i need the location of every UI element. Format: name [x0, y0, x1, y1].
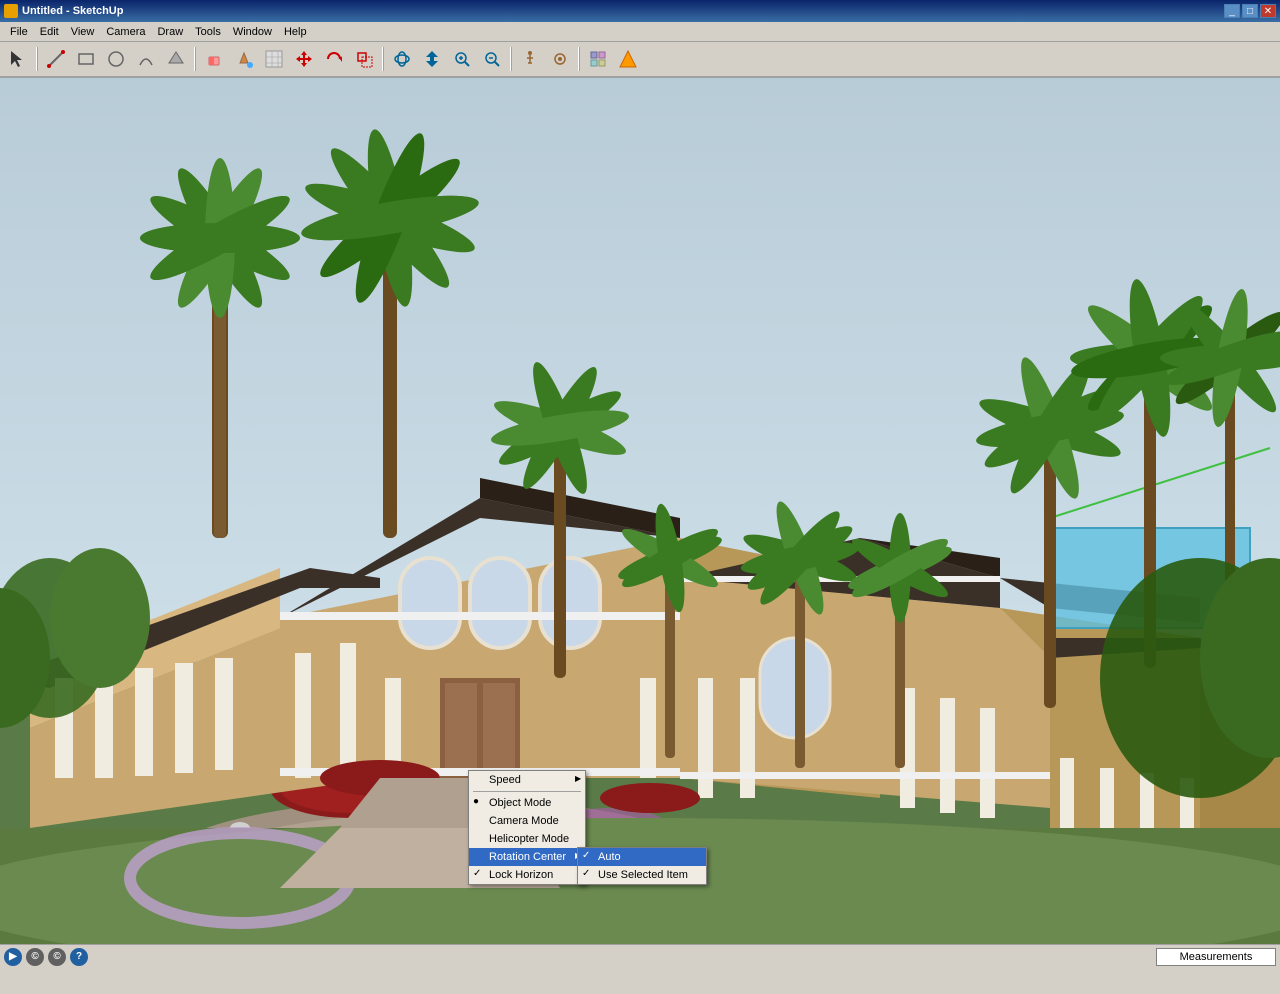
menu-help[interactable]: Help: [278, 24, 313, 40]
menu-draw[interactable]: Draw: [151, 24, 189, 40]
walk-tool[interactable]: [516, 45, 544, 73]
scale-tool[interactable]: [350, 45, 378, 73]
menu-tools[interactable]: Tools: [189, 24, 227, 40]
sub-use-selected[interactable]: Use Selected Item: [578, 866, 706, 884]
ctx-rotation-center[interactable]: Rotation Center: [469, 848, 585, 866]
line-tool[interactable]: [42, 45, 70, 73]
toolbar: [0, 42, 1280, 78]
title-bar: Untitled - SketchUp _ □ ✕: [0, 0, 1280, 22]
close-button[interactable]: ✕: [1260, 4, 1276, 18]
paint-tool[interactable]: [230, 45, 258, 73]
move-tool[interactable]: [290, 45, 318, 73]
circle-tool[interactable]: [102, 45, 130, 73]
title-label: Untitled - SketchUp: [22, 5, 123, 17]
eraser-tool[interactable]: [200, 45, 228, 73]
menu-file[interactable]: File: [4, 24, 34, 40]
ctx-helicopter-mode[interactable]: Helicopter Mode: [469, 830, 585, 848]
texture-tool[interactable]: [260, 45, 288, 73]
menu-camera[interactable]: Camera: [100, 24, 151, 40]
rotate-tool[interactable]: [320, 45, 348, 73]
toolbar-separator-4: [510, 47, 512, 71]
toolbar-separator-2: [194, 47, 196, 71]
zoom-tool[interactable]: [448, 45, 476, 73]
status-icons: ▶ © © ?: [4, 948, 88, 966]
title-text: Untitled - SketchUp: [4, 4, 123, 18]
ctx-separator: [473, 791, 581, 792]
scene-3d: [0, 78, 1280, 968]
viewport[interactable]: Speed Object Mode Camera Mode Helicopter…: [0, 78, 1280, 968]
menu-bar: File Edit View Camera Draw Tools Window …: [0, 22, 1280, 42]
status-copy-icon[interactable]: ©: [48, 948, 66, 966]
rectangle-tool[interactable]: [72, 45, 100, 73]
make-face-tool[interactable]: [162, 45, 190, 73]
toolbar-separator-3: [382, 47, 384, 71]
arc-tool[interactable]: [132, 45, 160, 73]
status-play-icon[interactable]: ▶: [4, 948, 22, 966]
measurements-label: Measurements: [1180, 951, 1253, 963]
pan-tool[interactable]: [418, 45, 446, 73]
status-cc-icon[interactable]: ©: [26, 948, 44, 966]
materials-tool[interactable]: [614, 45, 642, 73]
status-help-icon[interactable]: ?: [70, 948, 88, 966]
minimize-button[interactable]: _: [1224, 4, 1240, 18]
orbit-tool[interactable]: [388, 45, 416, 73]
submenu[interactable]: Auto Use Selected Item: [577, 847, 707, 885]
look-tool[interactable]: [546, 45, 574, 73]
app-icon: [4, 4, 18, 18]
maximize-button[interactable]: □: [1242, 4, 1258, 18]
context-menu[interactable]: Speed Object Mode Camera Mode Helicopter…: [468, 770, 586, 885]
title-controls: _ □ ✕: [1224, 4, 1276, 18]
select-tool[interactable]: [4, 45, 32, 73]
menu-window[interactable]: Window: [227, 24, 278, 40]
zoom-extents-tool[interactable]: [478, 45, 506, 73]
toolbar-separator-5: [578, 47, 580, 71]
status-bar: ▶ © © ? Measurements: [0, 944, 1280, 968]
toolbar-separator-1: [36, 47, 38, 71]
ctx-lock-horizon[interactable]: Lock Horizon: [469, 866, 585, 884]
menu-edit[interactable]: Edit: [34, 24, 65, 40]
menu-view[interactable]: View: [65, 24, 101, 40]
measurements-box[interactable]: Measurements: [1156, 948, 1276, 966]
ctx-camera-mode[interactable]: Camera Mode: [469, 812, 585, 830]
components-tool[interactable]: [584, 45, 612, 73]
ctx-speed[interactable]: Speed: [469, 771, 585, 789]
sub-auto[interactable]: Auto: [578, 848, 706, 866]
ctx-object-mode[interactable]: Object Mode: [469, 794, 585, 812]
